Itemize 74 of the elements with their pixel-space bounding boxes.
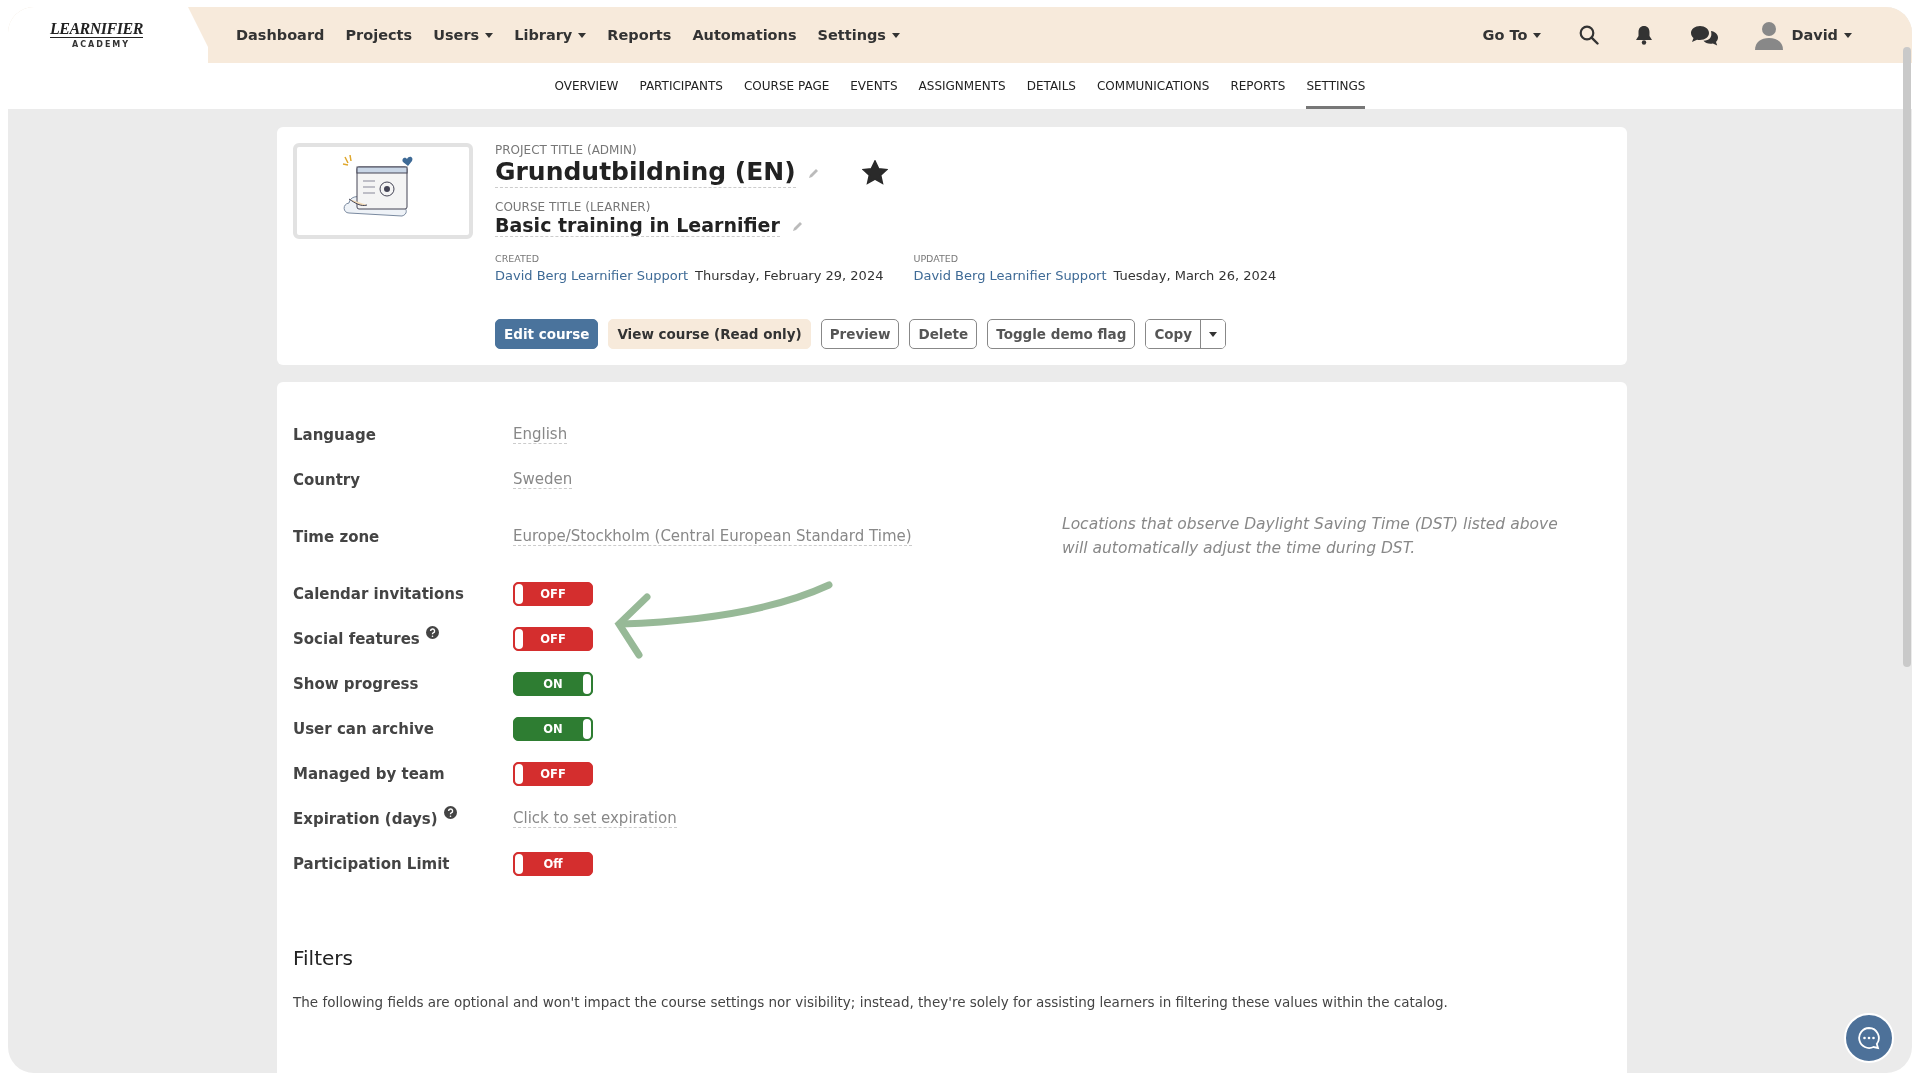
- section-description: The following fields are optional and won't impact the course settings nor visibility; instead, they're solely for assisting learners in filtering these values within the catalog.: [293, 994, 1449, 1010]
- setting-label: Participation Limit: [293, 854, 450, 873]
- setting-label: User can archive: [293, 719, 434, 738]
- setting-label: Country: [293, 470, 361, 489]
- toggle-switch[interactable]: OFF: [513, 761, 593, 786]
- nav-link[interactable]: Library: [514, 27, 587, 43]
- bell-icon[interactable]: [1635, 25, 1654, 45]
- scrollbar-thumb[interactable]: [1903, 47, 1911, 667]
- chat-bubble-icon: [1857, 1026, 1881, 1050]
- course-title[interactable]: Basic training in Learnifier: [495, 214, 780, 237]
- setting-value[interactable]: English: [513, 425, 568, 444]
- date-caption: UPDATED: [913, 253, 960, 264]
- user-menu[interactable]: David: [1791, 27, 1852, 43]
- nav-link[interactable]: Dashboard: [236, 27, 325, 43]
- setting-label: Show progress: [293, 674, 419, 693]
- toggle-switch[interactable]: ON: [513, 671, 593, 696]
- timezone-note: Locations that observe Daylight Saving Time (DST) listed above will automatically adjust the time during DST.: [1062, 514, 1559, 559]
- setting-label: Time zone: [293, 527, 380, 546]
- caret-icon: [485, 32, 494, 38]
- nav-link[interactable]: Reports: [607, 27, 672, 43]
- chat-icon[interactable]: [1689, 24, 1720, 46]
- section-heading: Filters: [293, 946, 354, 970]
- nav-link[interactable]: Settings: [817, 27, 900, 43]
- caret-icon: [578, 32, 587, 38]
- nav-link[interactable]: Projects: [345, 27, 413, 43]
- caret-icon: [892, 32, 900, 38]
- help-icon[interactable]: [425, 625, 439, 639]
- toggle-switch[interactable]: OFF: [513, 581, 593, 606]
- nav-link[interactable]: Users: [433, 27, 494, 43]
- search-icon[interactable]: [1579, 25, 1600, 45]
- caret-icon: [1209, 331, 1218, 337]
- field-caption: COURSE TITLE (LEARNER): [495, 200, 652, 214]
- star-icon[interactable]: [861, 160, 888, 185]
- setting-value[interactable]: Sweden: [513, 470, 573, 489]
- action-button[interactable]: Toggle demo flag: [987, 319, 1136, 349]
- setting-label: Social features: [293, 629, 420, 648]
- tab[interactable]: COURSE PAGE: [743, 63, 830, 109]
- nav-link[interactable]: Automations: [692, 27, 797, 43]
- tab[interactable]: ASSIGNMENTS: [918, 63, 1006, 109]
- caret-icon: [1844, 32, 1852, 38]
- setting-value[interactable]: Click to set expiration: [513, 809, 677, 828]
- setting-label: Expiration (days): [293, 809, 438, 828]
- action-button[interactable]: Edit course: [495, 319, 599, 349]
- caret-icon: [1533, 32, 1542, 38]
- action-button[interactable]: Preview: [820, 319, 900, 349]
- setting-label: Language: [293, 425, 376, 444]
- setting-label: Managed by team: [293, 764, 445, 783]
- toggle-switch[interactable]: ON: [513, 716, 593, 741]
- date-text: Tuesday, March 26, 2024: [1113, 268, 1277, 283]
- date-text: Thursday, February 29, 2024: [695, 268, 884, 283]
- toggle-switch[interactable]: Off: [513, 851, 593, 876]
- tab[interactable]: DETAILS: [1026, 63, 1076, 109]
- tab[interactable]: EVENTS: [850, 63, 898, 109]
- project-title[interactable]: Grundutbildning (EN): [495, 157, 796, 188]
- tab[interactable]: OVERVIEW: [554, 63, 619, 109]
- dropdown-toggle[interactable]: [1200, 320, 1226, 348]
- chat-button[interactable]: [1844, 1013, 1894, 1063]
- action-button[interactable]: Delete: [909, 319, 978, 349]
- logo[interactable]: LEARNIFIER ACADEMY: [8, 7, 208, 63]
- author-link[interactable]: David Berg Learnifier Support: [913, 268, 1107, 283]
- action-button[interactable]: View course (Read only): [608, 319, 811, 349]
- tab[interactable]: REPORTS: [1230, 63, 1286, 109]
- goto-menu[interactable]: Go To: [1482, 27, 1542, 43]
- setting-value[interactable]: Europe/Stockholm (Central European Standard Time): [513, 527, 912, 546]
- tab[interactable]: PARTICIPANTS: [639, 63, 723, 109]
- toggle-switch[interactable]: OFF: [513, 626, 593, 651]
- help-icon[interactable]: [443, 805, 457, 819]
- tab[interactable]: SETTINGS: [1306, 63, 1366, 109]
- author-link[interactable]: David Berg Learnifier Support: [495, 268, 689, 283]
- avatar-icon[interactable]: [1755, 20, 1784, 50]
- tab[interactable]: COMMUNICATIONS: [1096, 63, 1210, 109]
- setting-label: Calendar invitations: [293, 584, 464, 603]
- date-caption: CREATED: [495, 253, 541, 264]
- field-caption: PROJECT TITLE (ADMIN): [495, 143, 638, 157]
